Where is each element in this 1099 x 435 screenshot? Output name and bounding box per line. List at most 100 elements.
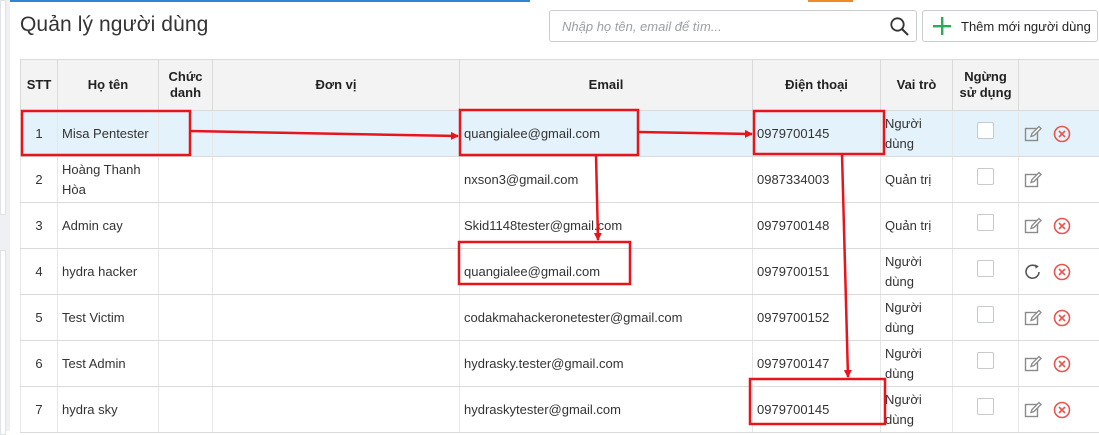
cell-unit: [213, 387, 460, 433]
header-unit: Đơn vị: [213, 60, 460, 111]
cell-title: [159, 111, 213, 157]
cell-disabled: [953, 341, 1019, 387]
table-row[interactable]: 3Admin cay Skid1148tester@gmail.com097970…: [21, 203, 1099, 249]
cell-actions: [1019, 203, 1099, 249]
disabled-checkbox[interactable]: [977, 306, 994, 323]
cell-email: quangialee@gmail.com: [460, 249, 753, 295]
edit-icon[interactable]: [1023, 354, 1043, 374]
delete-icon[interactable]: [1052, 308, 1072, 328]
cell-role: Quản trị: [881, 157, 953, 203]
table-row[interactable]: 2Hoàng Thanh Hòa nxson3@gmail.com09873340…: [21, 157, 1099, 203]
cell-stt: 3: [21, 203, 58, 249]
search-box: [549, 10, 917, 42]
cell-stt: 5: [21, 295, 58, 341]
cell-role: Người dùng: [881, 249, 953, 295]
edit-icon[interactable]: [1023, 124, 1043, 144]
delete-icon[interactable]: [1052, 262, 1072, 282]
cell-phone: 0987334003: [753, 157, 881, 203]
cell-actions: [1019, 157, 1099, 203]
cell-unit: [213, 203, 460, 249]
cell-title: [159, 249, 213, 295]
delete-icon[interactable]: [1052, 400, 1072, 420]
cell-name: Admin cay: [58, 203, 159, 249]
cell-name: hydra hacker: [58, 249, 159, 295]
search-icon[interactable]: [889, 16, 909, 36]
cell-title: [159, 341, 213, 387]
cell-unit: [213, 249, 460, 295]
cell-title: [159, 295, 213, 341]
cell-unit: [213, 111, 460, 157]
cell-stt: 4: [21, 249, 58, 295]
cell-stt: 2: [21, 157, 58, 203]
cell-role: Người dùng: [881, 387, 953, 433]
cell-name: hydra sky: [58, 387, 159, 433]
cell-disabled: [953, 249, 1019, 295]
table-row[interactable]: 5Test Victim codakmahackeronetester@gmail…: [21, 295, 1099, 341]
plus-icon: [931, 15, 953, 37]
cell-phone: 0979700145: [753, 387, 881, 433]
page-title: Quản lý người dùng: [20, 13, 208, 37]
edit-icon[interactable]: [1023, 400, 1043, 420]
table-row[interactable]: 7hydra skyhydraskytester@gmail.com097970…: [21, 387, 1099, 433]
search-input[interactable]: [550, 11, 880, 41]
cell-phone: 0979700145: [753, 111, 881, 157]
header-email: Email: [460, 60, 753, 111]
cell-disabled: [953, 157, 1019, 203]
header-title: Chức danh: [159, 60, 213, 111]
delete-icon[interactable]: [1052, 124, 1072, 144]
cell-actions: [1019, 341, 1099, 387]
header-stt: STT: [21, 60, 58, 111]
cell-role: Quản trị: [881, 203, 953, 249]
add-user-label: Thêm mới người dùng: [961, 19, 1091, 34]
cell-name: Test Victim: [58, 295, 159, 341]
disabled-checkbox[interactable]: [977, 352, 994, 369]
header-disabled: Ngừng sử dụng: [953, 60, 1019, 111]
edit-icon[interactable]: [1023, 216, 1043, 236]
disabled-checkbox[interactable]: [977, 398, 994, 415]
cell-email: nxson3@gmail.com: [460, 157, 753, 203]
cell-disabled: [953, 111, 1019, 157]
disabled-checkbox[interactable]: [977, 122, 994, 139]
disabled-checkbox[interactable]: [977, 168, 994, 185]
cell-email: Skid1148tester@gmail.com: [460, 203, 753, 249]
disabled-checkbox[interactable]: [977, 214, 994, 231]
delete-icon[interactable]: [1052, 354, 1072, 374]
cell-stt: 6: [21, 341, 58, 387]
header-actions: [1019, 60, 1099, 111]
cell-name: Misa Pentester: [58, 111, 159, 157]
cell-actions: [1019, 295, 1099, 341]
cell-email: hydrasky.tester@gmail.com: [460, 341, 753, 387]
cell-phone: 0979700147: [753, 341, 881, 387]
table-row[interactable]: 6Test Admin hydrasky.tester@gmail.com0979…: [21, 341, 1099, 387]
cell-title: [159, 387, 213, 433]
table-row[interactable]: 1Misa Pentester quangialee@gmail.com09797…: [21, 111, 1099, 157]
edit-icon[interactable]: [1023, 170, 1043, 190]
cell-email: quangialee@gmail.com: [460, 111, 753, 157]
table-header-row: STT Họ tên Chức danh Đơn vị Email Điện t…: [21, 60, 1099, 111]
cell-email: hydraskytester@gmail.com: [460, 387, 753, 433]
header-role: Vai trò: [881, 60, 953, 111]
cell-name: Test Admin: [58, 341, 159, 387]
cell-name: Hoàng Thanh Hòa: [58, 157, 159, 203]
cell-actions: [1019, 387, 1099, 433]
cell-role: Người dùng: [881, 295, 953, 341]
add-user-button[interactable]: Thêm mới người dùng: [922, 10, 1098, 42]
cell-disabled: [953, 203, 1019, 249]
edit-icon[interactable]: [1023, 308, 1043, 328]
header-phone: Điện thoại: [753, 60, 881, 111]
restore-icon[interactable]: [1023, 262, 1043, 282]
cell-disabled: [953, 295, 1019, 341]
cell-email: codakmahackeronetester@gmail.com: [460, 295, 753, 341]
cell-phone: 0979700151: [753, 249, 881, 295]
cell-disabled: [953, 387, 1019, 433]
cell-unit: [213, 157, 460, 203]
cell-phone: 0979700148: [753, 203, 881, 249]
table-row[interactable]: 4hydra hacker quangialee@gmail.com0979700…: [21, 249, 1099, 295]
top-accent-bar: [0, 0, 1099, 3]
cell-stt: 1: [21, 111, 58, 157]
cell-title: [159, 157, 213, 203]
cell-role: Người dùng: [881, 341, 953, 387]
delete-icon[interactable]: [1052, 216, 1072, 236]
disabled-checkbox[interactable]: [977, 260, 994, 277]
left-panel-edge: [0, 0, 10, 431]
